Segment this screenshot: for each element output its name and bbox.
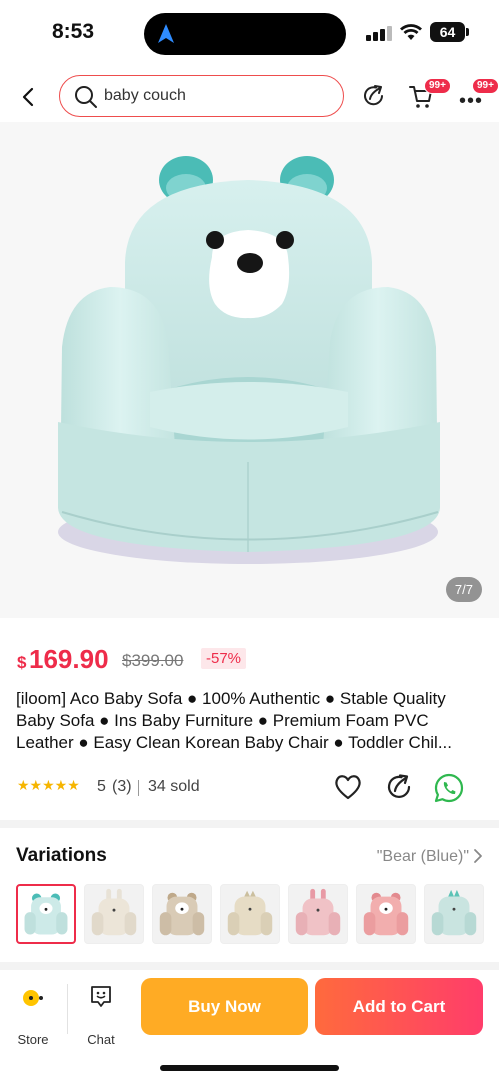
status-time: 8:53 [52, 20, 95, 43]
section-divider [0, 962, 499, 970]
search-query: baby couch [104, 87, 186, 104]
chat-label: Chat [87, 1032, 115, 1047]
top-nav: baby couch ••• [0, 70, 499, 122]
bottom-action-bar: Store Chat Buy Now Add to Cart [0, 970, 499, 1080]
page-indicator: 7/7 [445, 577, 482, 602]
more-icon: ••• [459, 90, 484, 112]
chat-button[interactable]: Chat [76, 982, 126, 1047]
variation-thumb-dino-mint[interactable] [424, 884, 484, 944]
variation-thumb-rabbit-beige[interactable] [84, 884, 144, 944]
sold-count: 34 sold [148, 778, 200, 795]
rating-stars: ★★★★★ [17, 777, 80, 793]
location-arrow-icon [158, 24, 174, 43]
search-input[interactable]: baby couch [59, 75, 344, 117]
search-icon [75, 86, 97, 108]
original-price: $399.00 [122, 651, 184, 670]
chat-icon [91, 986, 111, 1007]
variation-thumb-dino-beige[interactable] [220, 884, 280, 944]
chevron-right-icon[interactable] [473, 848, 483, 864]
whatsapp-icon[interactable] [433, 772, 465, 804]
heart-icon[interactable] [333, 772, 363, 802]
home-indicator [160, 1065, 339, 1071]
rating-value: 5 [97, 778, 106, 795]
current-price: 169.90 [29, 644, 109, 674]
discount-badge: -57% [201, 648, 247, 669]
wifi-icon [400, 24, 422, 40]
more-badge: 99+ [472, 78, 499, 94]
rating-row: ★★★★★ 5 (3) 34 sold [17, 772, 487, 804]
selected-variation[interactable]: "Bear (Blue)" [377, 848, 469, 866]
price-currency: $ [17, 653, 27, 672]
status-bar: 8:53 64 [0, 0, 499, 64]
buy-now-button[interactable]: Buy Now [141, 978, 308, 1035]
baby-sofa-image [58, 156, 440, 564]
variation-thumb-rabbit-pink[interactable] [288, 884, 348, 944]
product-image-carousel[interactable]: 7/7 [0, 122, 499, 618]
share-icon[interactable] [361, 83, 387, 109]
battery-cap [466, 28, 469, 36]
share-icon[interactable] [384, 772, 414, 802]
variation-thumb-bear-blue[interactable] [16, 884, 76, 944]
back-icon[interactable] [16, 84, 42, 110]
variation-thumb-bear-brown[interactable] [152, 884, 212, 944]
store-button[interactable]: Store [8, 982, 58, 1047]
divider [67, 984, 68, 1034]
cart-badge: 99+ [424, 78, 451, 94]
section-divider [0, 820, 499, 828]
store-logo-icon [23, 990, 43, 1006]
product-title: [iloom] Aco Baby Sofa ● 100% Authentic ●… [16, 689, 453, 752]
review-count[interactable]: (3) [112, 778, 132, 796]
divider [138, 780, 139, 796]
battery-indicator: 64 [430, 22, 465, 42]
dynamic-island [144, 13, 346, 55]
variations-heading: Variations [16, 845, 107, 866]
store-label: Store [17, 1032, 49, 1047]
add-to-cart-button[interactable]: Add to Cart [315, 978, 483, 1035]
cellular-signal-icon [366, 25, 392, 41]
variation-thumb-bear-pink[interactable] [356, 884, 416, 944]
